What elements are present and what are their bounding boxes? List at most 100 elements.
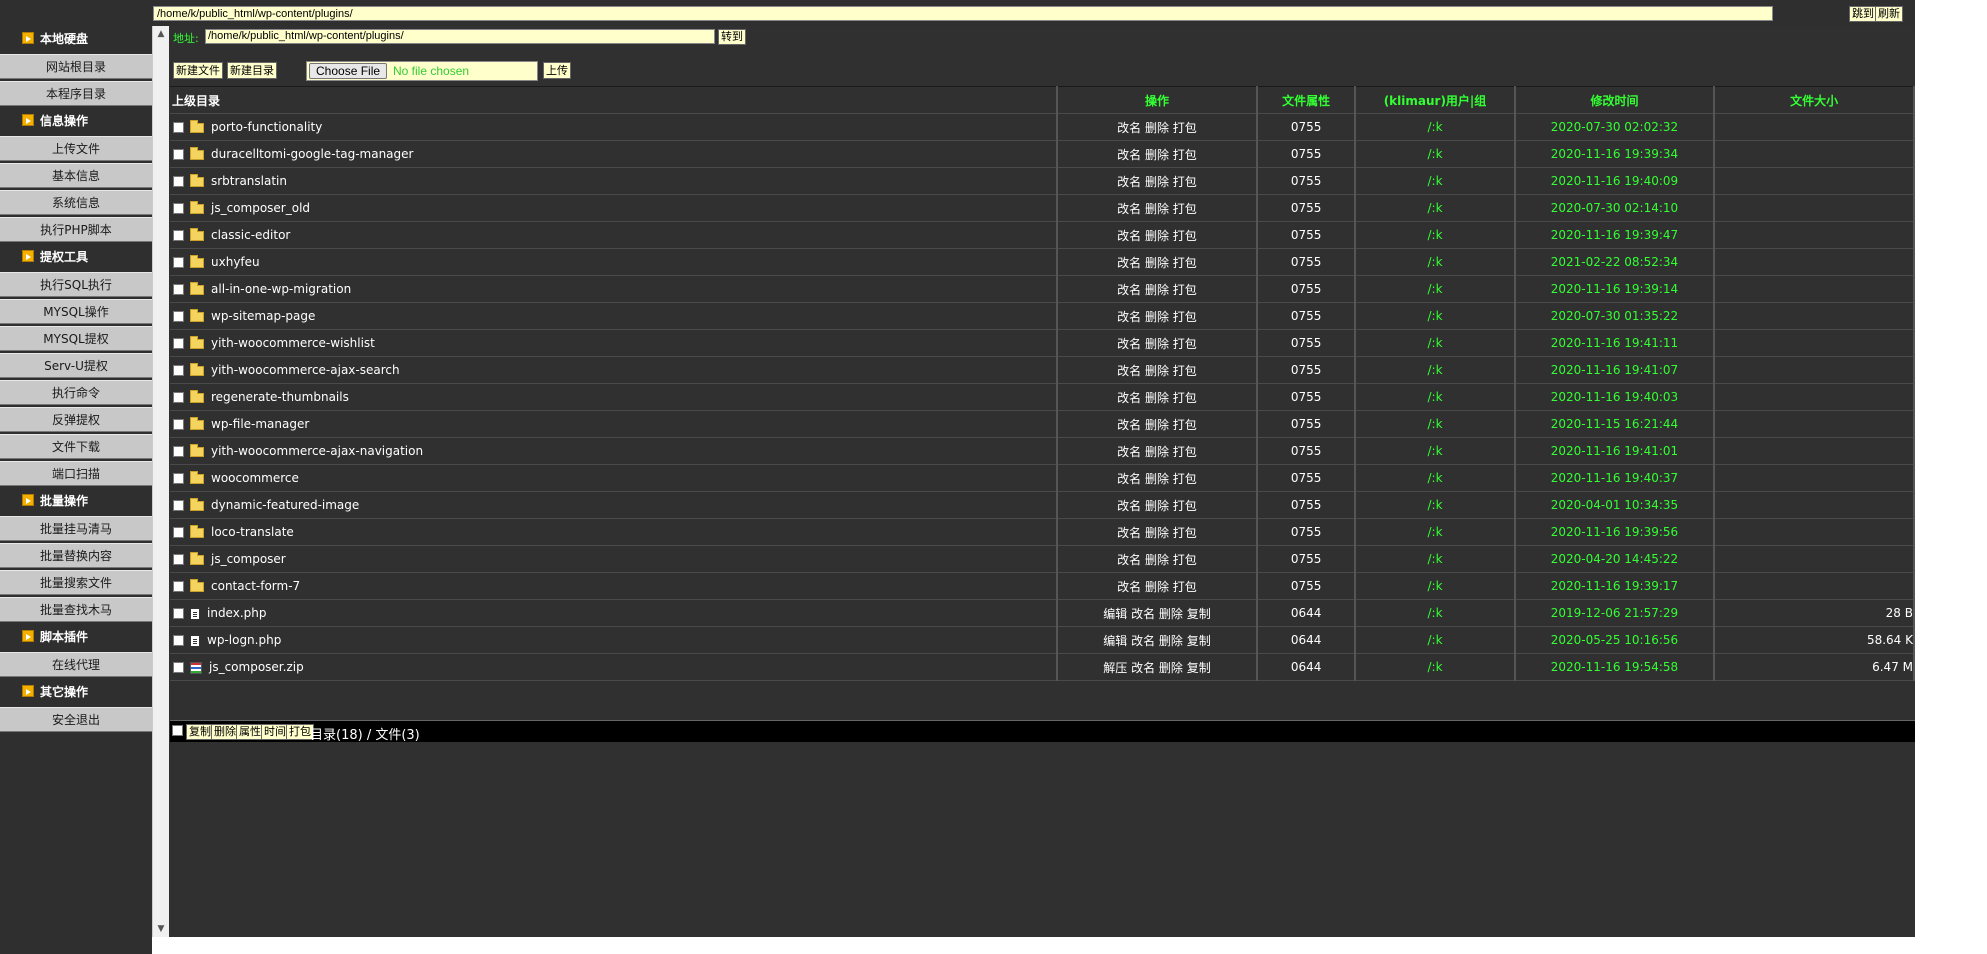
row-checkbox[interactable] (173, 446, 184, 457)
file-name-link[interactable]: all-in-one-wp-migration (211, 282, 351, 296)
perm-cell[interactable]: 0755 (1256, 275, 1357, 303)
perm-cell[interactable]: 0755 (1256, 410, 1357, 438)
mtime-cell[interactable]: 2020-11-16 19:41:11 (1514, 329, 1716, 357)
file-name-link[interactable]: wp-file-manager (211, 417, 309, 431)
sidebar-item[interactable]: 反弹提权 (0, 407, 152, 432)
mtime-cell[interactable]: 2020-11-16 19:41:07 (1514, 356, 1716, 384)
row-checkbox[interactable] (173, 419, 184, 430)
perm-cell[interactable]: 0755 (1256, 302, 1357, 330)
mtime-cell[interactable]: 2020-04-20 14:45:22 (1514, 545, 1716, 573)
file-name-link[interactable]: loco-translate (211, 525, 294, 539)
scroll-up-arrow-icon[interactable]: ▲ (153, 26, 169, 42)
mtime-cell[interactable]: 2020-07-30 01:35:22 (1514, 302, 1716, 330)
row-actions[interactable]: 改名 删除 打包 (1057, 194, 1258, 222)
file-name-link[interactable]: classic-editor (211, 228, 290, 242)
perm-cell[interactable]: 0755 (1256, 491, 1357, 519)
row-checkbox[interactable] (173, 122, 184, 133)
row-actions[interactable]: 改名 删除 打包 (1057, 572, 1258, 600)
sidebar-item[interactable]: 端口扫描 (0, 461, 152, 486)
perm-cell[interactable]: 0755 (1256, 356, 1357, 384)
row-checkbox[interactable] (173, 662, 184, 673)
row-checkbox[interactable] (173, 473, 184, 484)
file-name-link[interactable]: porto-functionality (211, 120, 322, 134)
select-all-checkbox[interactable] (172, 725, 183, 736)
parent-dir-link[interactable]: 上级目录 (170, 86, 1059, 114)
perm-cell[interactable]: 0644 (1256, 626, 1357, 654)
perm-cell[interactable]: 0755 (1256, 221, 1357, 249)
file-name-link[interactable]: srbtranslatin (211, 174, 287, 188)
jump-button[interactable]: 跳到 (1849, 6, 1877, 22)
row-checkbox[interactable] (173, 311, 184, 322)
row-actions[interactable]: 改名 删除 打包 (1057, 545, 1258, 573)
sidebar-item[interactable]: 批量搜索文件 (0, 570, 152, 595)
file-name-link[interactable]: uxhyfeu (211, 255, 260, 269)
row-actions[interactable]: 改名 删除 打包 (1057, 302, 1258, 330)
perm-cell[interactable]: 0755 (1256, 437, 1357, 465)
batch-attr-button[interactable]: 属性 (236, 724, 264, 740)
row-actions[interactable]: 改名 删除 打包 (1057, 437, 1258, 465)
mtime-cell[interactable]: 2020-11-16 19:40:09 (1514, 167, 1716, 195)
sidebar-item[interactable]: 执行PHP脚本 (0, 217, 152, 242)
row-checkbox[interactable] (173, 527, 184, 538)
row-actions[interactable]: 改名 删除 打包 (1057, 491, 1258, 519)
mtime-cell[interactable]: 2020-11-16 19:39:17 (1514, 572, 1716, 600)
mtime-cell[interactable]: 2020-07-30 02:02:32 (1514, 113, 1716, 141)
file-name-link[interactable]: js_composer_old (211, 201, 310, 215)
sidebar-item[interactable]: 执行SQL执行 (0, 272, 152, 297)
file-name-link[interactable]: dynamic-featured-image (211, 498, 359, 512)
mtime-cell[interactable]: 2020-11-16 19:40:37 (1514, 464, 1716, 492)
sidebar-item[interactable]: MYSQL操作 (0, 299, 152, 324)
row-checkbox[interactable] (173, 608, 184, 619)
row-checkbox[interactable] (173, 203, 184, 214)
scrollbar[interactable]: ▲ ▼ (152, 26, 169, 937)
file-name-link[interactable]: js_composer (211, 552, 286, 566)
mtime-cell[interactable]: 2020-05-25 10:16:56 (1514, 626, 1716, 654)
perm-cell[interactable]: 0755 (1256, 167, 1357, 195)
sidebar-item[interactable]: 本程序目录 (0, 81, 152, 106)
row-actions[interactable]: 改名 删除 打包 (1057, 329, 1258, 357)
file-name-link[interactable]: index.php (207, 606, 266, 620)
row-actions[interactable]: 改名 删除 打包 (1057, 518, 1258, 546)
perm-cell[interactable]: 0755 (1256, 140, 1357, 168)
perm-cell[interactable]: 0755 (1256, 248, 1357, 276)
mtime-cell[interactable]: 2019-12-06 21:57:29 (1514, 599, 1716, 627)
file-name-link[interactable]: wp-sitemap-page (211, 309, 315, 323)
perm-cell[interactable]: 0644 (1256, 653, 1357, 681)
row-actions[interactable]: 改名 删除 打包 (1057, 356, 1258, 384)
sidebar-item[interactable]: 系统信息 (0, 190, 152, 215)
sidebar-item[interactable]: 网站根目录 (0, 54, 152, 79)
file-name-link[interactable]: woocommerce (211, 471, 299, 485)
row-checkbox[interactable] (173, 554, 184, 565)
row-actions[interactable]: 改名 删除 打包 (1057, 167, 1258, 195)
row-actions[interactable]: 编辑 改名 删除 复制 (1057, 599, 1258, 627)
scroll-down-arrow-icon[interactable]: ▼ (153, 921, 169, 937)
choose-file-button[interactable]: Choose File (309, 63, 388, 79)
batch-time-button[interactable]: 时间 (261, 724, 289, 740)
row-actions[interactable]: 改名 删除 打包 (1057, 248, 1258, 276)
batch-copy-button[interactable]: 复制 (186, 724, 214, 740)
row-actions[interactable]: 改名 删除 打包 (1057, 464, 1258, 492)
mtime-cell[interactable]: 2020-11-16 19:39:14 (1514, 275, 1716, 303)
row-checkbox[interactable] (173, 581, 184, 592)
sidebar-item[interactable]: 批量查找木马 (0, 597, 152, 622)
row-actions[interactable]: 编辑 改名 删除 复制 (1057, 626, 1258, 654)
sidebar-item[interactable]: Serv-U提权 (0, 353, 152, 378)
mtime-cell[interactable]: 2020-11-16 19:40:03 (1514, 383, 1716, 411)
row-checkbox[interactable] (173, 635, 184, 646)
mtime-cell[interactable]: 2020-11-16 19:54:58 (1514, 653, 1716, 681)
file-name-link[interactable]: duracelltomi-google-tag-manager (211, 147, 413, 161)
sidebar-item[interactable]: 批量替换内容 (0, 543, 152, 568)
perm-cell[interactable]: 0644 (1256, 599, 1357, 627)
file-name-link[interactable]: js_composer.zip (209, 660, 304, 674)
address-input[interactable]: /home/k/public_html/wp-content/plugins/ (205, 29, 715, 44)
sidebar-item[interactable]: MYSQL提权 (0, 326, 152, 351)
row-actions[interactable]: 改名 删除 打包 (1057, 140, 1258, 168)
row-actions[interactable]: 改名 删除 打包 (1057, 383, 1258, 411)
sidebar-item[interactable]: 批量挂马清马 (0, 516, 152, 541)
sidebar-item[interactable]: 执行命令 (0, 380, 152, 405)
file-name-link[interactable]: contact-form-7 (211, 579, 300, 593)
mtime-cell[interactable]: 2021-02-22 08:52:34 (1514, 248, 1716, 276)
row-checkbox[interactable] (173, 392, 184, 403)
perm-cell[interactable]: 0755 (1256, 545, 1357, 573)
row-actions[interactable]: 改名 删除 打包 (1057, 221, 1258, 249)
